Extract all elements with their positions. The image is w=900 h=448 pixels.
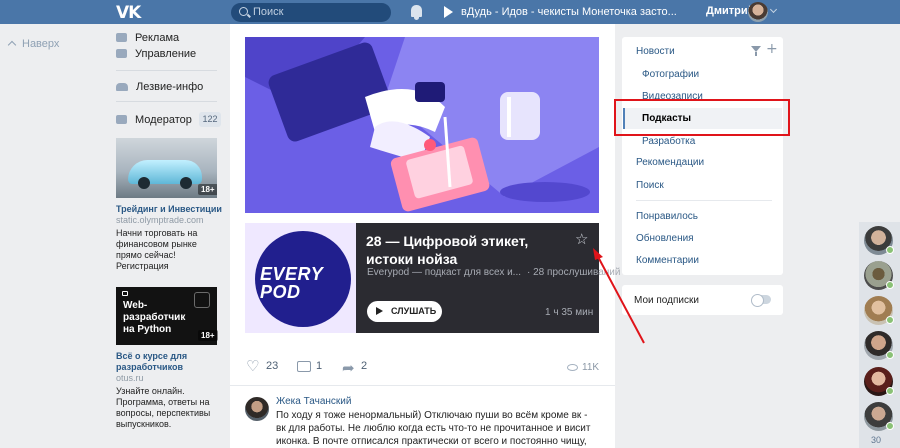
friends-online-count[interactable]: 30 [871, 435, 881, 445]
ad-image-python[interactable]: Web-разработчик на Python 18+ [116, 287, 218, 345]
car-illustration [128, 160, 202, 189]
menu-search[interactable]: Поиск [636, 180, 664, 191]
menu-photos[interactable]: Фотографии [642, 69, 699, 80]
age-badge: 18+ [198, 330, 218, 341]
filter-icon[interactable] [751, 46, 761, 56]
podcast-duration: 1 ч 35 мин [545, 307, 594, 318]
add-icon[interactable]: + [766, 41, 778, 57]
highlight-box [614, 99, 790, 136]
ad-domain: static.olymptrade.com [116, 215, 204, 225]
menu-item-ads[interactable]: Реклама [116, 32, 179, 44]
scroll-top-label: Наверх [22, 38, 60, 50]
menu-liked[interactable]: Понравилось [636, 211, 698, 222]
ad-title[interactable]: Трейдинг и Инвестиции [116, 204, 222, 215]
search-input[interactable]: Поиск [231, 3, 391, 22]
menu-divider [636, 200, 772, 201]
online-indicator [886, 422, 894, 430]
notifications-bell-icon[interactable] [411, 5, 422, 20]
menu-divider [116, 70, 217, 71]
online-indicator [886, 281, 894, 289]
menu-recommendations[interactable]: Рекомендации [636, 157, 704, 168]
online-indicator [886, 351, 894, 359]
podcast-author[interactable]: Everypod — подкаст для всех и... [367, 267, 521, 278]
menu-development[interactable]: Разработка [642, 136, 695, 147]
ad-domain: otus.ru [116, 373, 144, 383]
subscriptions-toggle[interactable] [751, 294, 771, 307]
share-icon[interactable]: ➦ [342, 359, 355, 377]
annotation-arrow [593, 248, 645, 344]
user-avatar[interactable] [748, 2, 768, 22]
chevron-up-icon [7, 40, 17, 50]
comment-text: По ходу я тоже ненормальный) Отключаю пу… [276, 410, 591, 447]
listen-button-label: СЛУШАТЬ [391, 306, 437, 316]
search-placeholder: Поиск [253, 6, 284, 18]
ad-text: Узнайте онлайн. Программа, ответы на воп… [116, 386, 211, 429]
menu-item-moderator[interactable]: Модератор [116, 114, 192, 126]
menu-updates[interactable]: Обновления [636, 233, 694, 244]
listen-button[interactable]: СЛУШАТЬ [367, 301, 442, 322]
people-icon [116, 83, 128, 91]
vk-logo[interactable]: VK [116, 3, 141, 23]
grid-icon [116, 115, 127, 124]
moderator-count-badge: 122 [199, 112, 221, 127]
gamepad-icon [116, 49, 127, 58]
online-indicator [886, 246, 894, 254]
menu-item-label: Реклама [135, 32, 180, 44]
ad-image-car[interactable]: 18+ [116, 138, 217, 198]
comment-icon[interactable] [297, 361, 311, 372]
commenter-avatar[interactable] [245, 397, 269, 421]
post-illustration[interactable] [245, 37, 599, 213]
podcast-cover: EVERY POD [245, 223, 356, 333]
menu-item-label: Лезвие-инфо [136, 81, 204, 93]
play-icon[interactable] [444, 6, 453, 18]
ad-text: Начни торговать на финансовом рынке прям… [116, 228, 198, 271]
megaphone-icon [116, 33, 127, 42]
post-divider [230, 385, 615, 386]
share-count[interactable]: 2 [361, 360, 367, 372]
python-logo-icon [194, 292, 210, 308]
play-icon [376, 307, 383, 315]
star-icon[interactable]: ☆ [575, 230, 588, 248]
search-icon [239, 7, 248, 16]
views-count: 11K [582, 362, 600, 373]
now-playing-track[interactable]: вДудь - Идов - чекисты Монеточка засто..… [461, 6, 676, 18]
illustration-artwork [245, 37, 599, 213]
online-indicator [886, 387, 894, 395]
podcast-cover-text: EVERY POD [260, 264, 323, 302]
menu-item-label: Управление [135, 48, 197, 60]
comment-count[interactable]: 1 [316, 360, 322, 372]
like-count[interactable]: 23 [266, 360, 278, 372]
podcast-title[interactable]: 28 — Цифровой этикет, истоки нойза [366, 232, 566, 268]
views-eye-icon [567, 364, 578, 371]
podcast-meta: Everypod — подкаст для всех и... · 28 про… [367, 267, 620, 278]
like-heart-icon[interactable]: ♡ [246, 359, 260, 374]
commenter-name[interactable]: Жека Тачанский [276, 396, 351, 407]
menu-item-label: Модератор [135, 114, 192, 126]
scroll-top-link[interactable]: Наверх [7, 38, 60, 50]
otus-logo-icon [122, 291, 128, 296]
online-indicator [886, 316, 894, 324]
menu-item-group[interactable]: Лезвие-инфо [116, 81, 203, 93]
age-badge: 18+ [198, 184, 217, 195]
ad-title[interactable]: Всё о курсе для разработчиков [116, 351, 216, 373]
menu-news[interactable]: Новости [636, 46, 675, 57]
ad-image-text: Web-разработчик на Python [123, 300, 186, 335]
menu-divider [116, 101, 217, 102]
menu-item-management[interactable]: Управление [116, 48, 196, 60]
